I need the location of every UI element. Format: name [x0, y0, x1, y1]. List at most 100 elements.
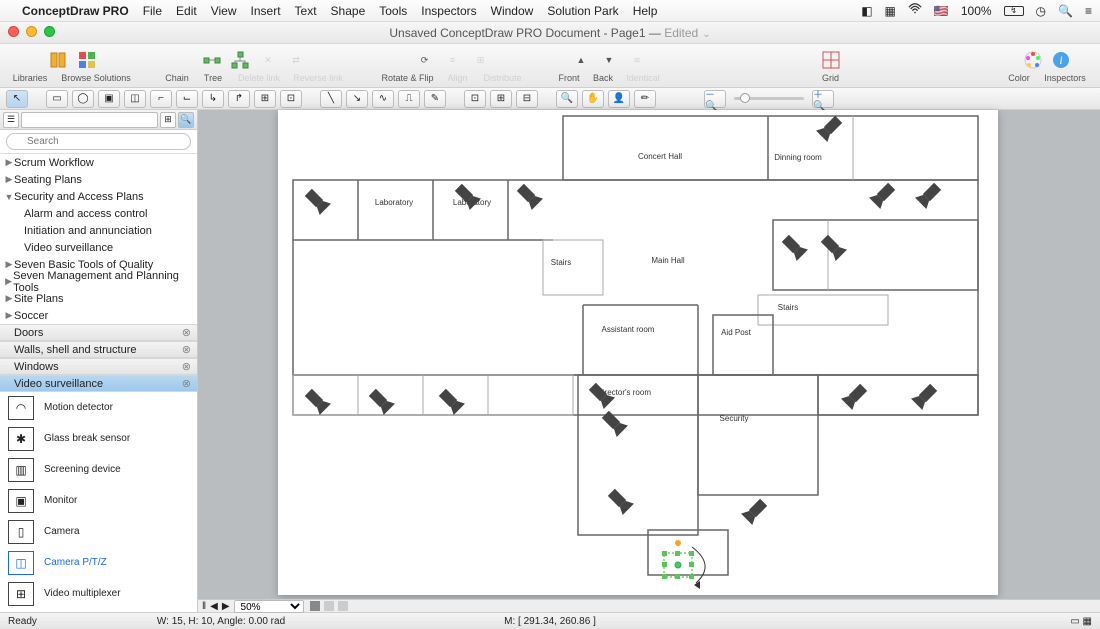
sidebar-item-alarm[interactable]: Alarm and access control: [0, 205, 197, 222]
edit-tool[interactable]: ✏: [634, 90, 656, 108]
minimize-button[interactable]: [26, 26, 37, 37]
menu-tools[interactable]: Tools: [379, 4, 407, 18]
page-thumb[interactable]: [338, 601, 348, 611]
flag-icon[interactable]: 🇺🇸: [934, 4, 949, 18]
menu-icon[interactable]: ≡: [1085, 4, 1092, 18]
drawing-page[interactable]: Concert HallDinning roomLaboratoryLabora…: [278, 110, 998, 595]
zoom-out-button[interactable]: －🔍: [704, 90, 726, 108]
hand-tool[interactable]: ✋: [582, 90, 604, 108]
tab-doors[interactable]: Doors⊗: [0, 324, 197, 341]
curve-tool[interactable]: ∿: [372, 90, 394, 108]
zoom-button[interactable]: [44, 26, 55, 37]
grid-button[interactable]: [820, 49, 842, 71]
menu-help[interactable]: Help: [633, 4, 658, 18]
battery-icon[interactable]: ↯: [1004, 6, 1024, 16]
arrow-tool[interactable]: ↘: [346, 90, 368, 108]
view-controls[interactable]: ▭ ▦: [1070, 616, 1092, 627]
sidebar-search-button[interactable]: 🔍: [178, 112, 194, 128]
app-menu[interactable]: ConceptDraw PRO: [22, 4, 129, 18]
libraries-button[interactable]: [48, 49, 70, 71]
freehand-tool[interactable]: ✎: [424, 90, 446, 108]
canvas-area[interactable]: Concert HallDinning roomLaboratoryLabora…: [198, 110, 1100, 612]
shape-tool[interactable]: ▣: [98, 90, 120, 108]
sidebar-grid-button[interactable]: ⊞: [160, 112, 176, 128]
sidebar-field[interactable]: [21, 112, 158, 128]
close-icon[interactable]: ⊗: [182, 326, 191, 339]
browse-solutions-button[interactable]: [76, 49, 98, 71]
shape-camera-ptz[interactable]: ◫Camera P/T/Z: [0, 547, 197, 578]
shape-video-mux[interactable]: ⊞Video multiplexer: [0, 578, 197, 609]
wifi-icon[interactable]: [908, 2, 922, 19]
menu-view[interactable]: View: [211, 4, 237, 18]
rect-tool[interactable]: ▭: [46, 90, 68, 108]
shape-monitor[interactable]: ▣Monitor: [0, 485, 197, 516]
menu-text[interactable]: Text: [295, 4, 317, 18]
page-next-button[interactable]: ▶: [222, 601, 230, 612]
spotlight-icon[interactable]: 🔍: [1058, 4, 1073, 18]
menu-inspectors[interactable]: Inspectors: [421, 4, 476, 18]
inspectors-button[interactable]: i: [1050, 49, 1072, 71]
spline-tool[interactable]: ⎍: [398, 90, 420, 108]
menu-solution-park[interactable]: Solution Park: [547, 4, 618, 18]
back-button[interactable]: ▼: [598, 49, 620, 71]
shape-screening[interactable]: ▥Screening device: [0, 454, 197, 485]
sidebar-item-initiation[interactable]: Initiation and annunciation: [0, 222, 197, 239]
tab-video-surveillance[interactable]: Video surveillance⊗: [0, 375, 197, 392]
shape-glass-break[interactable]: ✱Glass break sensor: [0, 423, 197, 454]
sidebar-view-button[interactable]: ☰: [3, 112, 19, 128]
page-prev-button[interactable]: ◀: [210, 601, 218, 612]
page-thumb[interactable]: [310, 601, 320, 611]
zoom-select[interactable]: 50%: [234, 600, 304, 613]
eyedropper-tool[interactable]: 👤: [608, 90, 630, 108]
menu-shape[interactable]: Shape: [331, 4, 366, 18]
connector-tool[interactable]: ⊞: [254, 90, 276, 108]
pointer-tool[interactable]: ↖: [6, 90, 28, 108]
zoom-in-button[interactable]: ＋🔍: [812, 90, 834, 108]
tree-button[interactable]: [229, 49, 251, 71]
ellipse-tool[interactable]: ◯: [72, 90, 94, 108]
sidebar-item-security[interactable]: ▼Security and Access Plans: [0, 188, 197, 205]
page-tabs-button[interactable]: ‖: [202, 601, 206, 612]
horizontal-scrollbar[interactable]: ‖ ◀ ▶ 50%: [198, 599, 1100, 612]
menu-insert[interactable]: Insert: [251, 4, 281, 18]
sidebar-item-scrum-workflow[interactable]: ▶Scrum Workflow: [0, 154, 197, 171]
chevron-down-icon[interactable]: ⌄: [702, 29, 710, 40]
connector-tool[interactable]: ↳: [202, 90, 224, 108]
color-button[interactable]: [1022, 49, 1044, 71]
close-icon[interactable]: ⊗: [182, 343, 191, 356]
group-tool[interactable]: ⊞: [490, 90, 512, 108]
shape-push-button[interactable]: ◉Push button: [0, 609, 197, 612]
rotate-flip-button[interactable]: ⟳: [414, 49, 436, 71]
close-icon[interactable]: ⊗: [182, 377, 191, 390]
shape-tool[interactable]: ◫: [124, 90, 146, 108]
front-button[interactable]: ▲: [570, 49, 592, 71]
tray-icon[interactable]: ◧: [861, 4, 872, 18]
connector-tool[interactable]: ⌐: [150, 90, 172, 108]
menu-window[interactable]: Window: [491, 4, 534, 18]
sidebar-item-soccer[interactable]: ▶Soccer: [0, 307, 197, 324]
tab-walls[interactable]: Walls, shell and structure⊗: [0, 341, 197, 358]
sidebar-item-video-surveillance[interactable]: Video surveillance: [0, 239, 197, 256]
sidebar-item-seven-mgmt[interactable]: ▶Seven Management and Planning Tools: [0, 273, 197, 290]
search-input[interactable]: [6, 133, 191, 150]
tray-icon[interactable]: ▦: [885, 4, 896, 18]
close-button[interactable]: [8, 26, 19, 37]
sidebar-item-seating-plans[interactable]: ▶Seating Plans: [0, 171, 197, 188]
connector-tool[interactable]: ⌙: [176, 90, 198, 108]
shape-motion-detector[interactable]: ◠Motion detector: [0, 392, 197, 423]
connector-tool[interactable]: ⊡: [280, 90, 302, 108]
shape-camera[interactable]: ▯Camera: [0, 516, 197, 547]
chain-button[interactable]: [201, 49, 223, 71]
page-thumb[interactable]: [324, 601, 334, 611]
menu-edit[interactable]: Edit: [176, 4, 197, 18]
zoom-tool[interactable]: 🔍: [556, 90, 578, 108]
clock-icon[interactable]: ◷: [1036, 4, 1046, 18]
group-tool[interactable]: ⊟: [516, 90, 538, 108]
group-tool[interactable]: ⊡: [464, 90, 486, 108]
close-icon[interactable]: ⊗: [182, 360, 191, 373]
zoom-slider[interactable]: [734, 97, 804, 100]
menu-file[interactable]: File: [143, 4, 162, 18]
connector-tool[interactable]: ↱: [228, 90, 250, 108]
tab-windows[interactable]: Windows⊗: [0, 358, 197, 375]
line-tool[interactable]: ╲: [320, 90, 342, 108]
